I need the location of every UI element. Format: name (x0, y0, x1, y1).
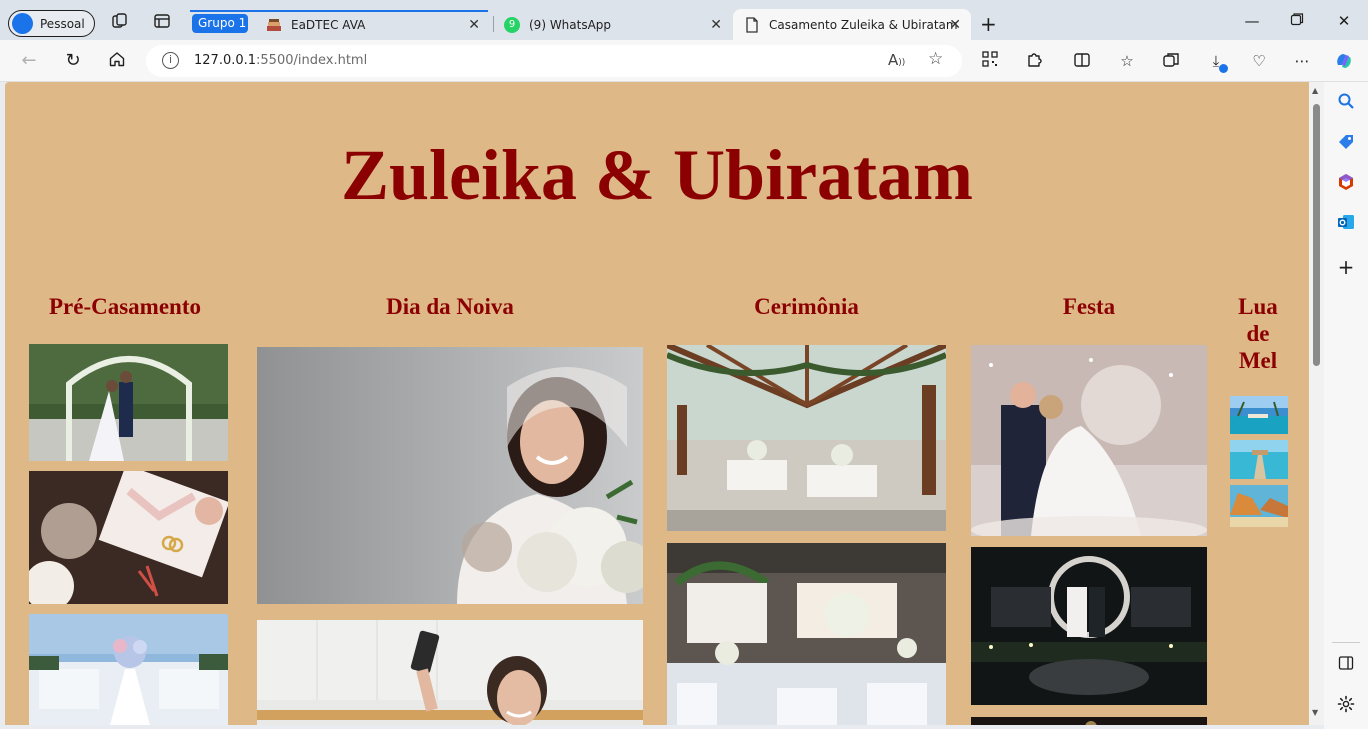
url-path: :5500/index.html (256, 53, 368, 68)
favorite-star-icon[interactable]: ☆ (928, 49, 943, 69)
tab-whatsapp[interactable]: 9 (9) WhatsApp ✕ (496, 9, 732, 40)
refresh-icon[interactable]: ↻ (62, 50, 84, 72)
browser-toolbar: ← ↻ i 127.0.0.1:5500/index.html A)) ☆ ☆ … (0, 40, 1368, 82)
address-bar[interactable]: i 127.0.0.1:5500/index.html A)) ☆ (146, 45, 962, 77)
photo-lua-de-mel-cliffs (1230, 485, 1288, 527)
hide-sidebar-icon[interactable] (1335, 655, 1357, 677)
page-title: Zuleika & Ubiratam (340, 135, 973, 215)
split-screen-icon[interactable] (1072, 51, 1092, 71)
photo-cerimonia-hall (667, 345, 946, 531)
page-scrollbar[interactable]: ▲ ▼ (1309, 82, 1324, 725)
qr-code-icon[interactable] (980, 51, 1000, 71)
photo-festa-dance (971, 345, 1207, 536)
section-title-cerimonia: Cerimônia (754, 294, 859, 319)
sidebar-divider (1332, 642, 1360, 643)
office-icon[interactable] (1335, 173, 1357, 195)
eadtec-favicon-icon (266, 17, 282, 33)
settings-gear-icon[interactable] (1335, 695, 1357, 717)
photo-dia-da-noiva-selfie (257, 620, 643, 725)
tab-strip: Pessoal Grupo 1 EaDTEC AVA ✕ 9 (9) Whats… (0, 0, 1368, 40)
extensions-icon[interactable] (1024, 51, 1044, 71)
url-host: 127.0.0.1 (194, 53, 257, 68)
add-sidebar-app-icon[interactable]: + (1335, 256, 1357, 278)
tab-title: Casamento Zuleika & Ubiratam (769, 17, 958, 32)
photo-pre-casamento-aisle (29, 614, 228, 725)
photo-cerimonia-reception (667, 543, 946, 725)
section-title-pre-casamento: Pré-Casamento (48, 294, 201, 319)
photo-pre-casamento-invite (29, 471, 228, 604)
section-title-lua-de-mel: Lua de Mel (1238, 294, 1278, 373)
tab-actions-icon[interactable] (153, 12, 171, 30)
scroll-down-icon[interactable]: ▼ (1312, 708, 1318, 717)
close-tab-icon[interactable]: ✕ (710, 17, 722, 33)
scroll-up-icon[interactable]: ▲ (1312, 86, 1318, 95)
read-aloud-icon[interactable]: A)) (888, 51, 905, 69)
close-window-icon[interactable]: ✕ (1334, 12, 1354, 30)
tab-group-chip[interactable]: Grupo 1 (192, 14, 248, 33)
profile-label: Pessoal (40, 16, 85, 31)
new-tab-icon[interactable]: + (980, 12, 997, 36)
downloads-badge (1219, 64, 1228, 73)
more-menu-icon[interactable]: ⋯ (1292, 51, 1312, 71)
page-viewport: Zuleika & Ubiratam Pré-Casamento Dia da … (5, 82, 1309, 725)
photo-lua-de-mel-pool (1230, 396, 1288, 434)
tab-eadtec[interactable]: EaDTEC AVA ✕ (258, 9, 490, 40)
photo-lua-de-mel-pier (1230, 440, 1288, 479)
close-tab-icon[interactable]: ✕ (949, 17, 961, 33)
site-info-icon[interactable]: i (162, 52, 179, 69)
copilot-icon[interactable] (1334, 51, 1354, 71)
minimize-icon[interactable]: — (1242, 12, 1262, 30)
edge-sidebar: + (1324, 82, 1368, 729)
photo-pre-casamento-arch (29, 344, 228, 461)
whatsapp-favicon-icon: 9 (504, 16, 520, 33)
section-title-dia-da-noiva: Dia da Noiva (386, 294, 514, 319)
url-text: 127.0.0.1:5500/index.html (194, 53, 367, 68)
search-icon[interactable] (1335, 92, 1357, 114)
browser-essentials-icon[interactable]: ♡ (1249, 51, 1269, 71)
photo-festa-third (971, 716, 1207, 725)
photo-dia-da-noiva-bouquet (257, 347, 643, 604)
section-title-festa: Festa (1062, 294, 1116, 319)
tab-title: (9) WhatsApp (529, 17, 612, 32)
page-favicon-icon (744, 16, 760, 33)
profile-button[interactable]: Pessoal (8, 10, 95, 37)
close-tab-icon[interactable]: ✕ (468, 17, 480, 33)
tab-casamento[interactable]: Casamento Zuleika & Ubiratam ✕ (733, 9, 971, 40)
collections-icon[interactable] (1161, 51, 1181, 71)
scrollbar-thumb[interactable] (1313, 104, 1320, 366)
outlook-icon[interactable] (1335, 213, 1357, 235)
favorites-icon[interactable]: ☆ (1117, 51, 1137, 71)
shopping-tag-icon[interactable] (1335, 133, 1357, 155)
back-icon[interactable]: ← (18, 50, 40, 72)
photo-festa-night-arch (971, 547, 1207, 705)
profile-avatar (12, 13, 33, 34)
tab-separator (493, 16, 494, 32)
restore-icon[interactable] (1287, 12, 1307, 30)
home-icon[interactable] (106, 50, 128, 72)
workspaces-icon[interactable] (111, 12, 129, 30)
tab-title: EaDTEC AVA (291, 17, 366, 32)
